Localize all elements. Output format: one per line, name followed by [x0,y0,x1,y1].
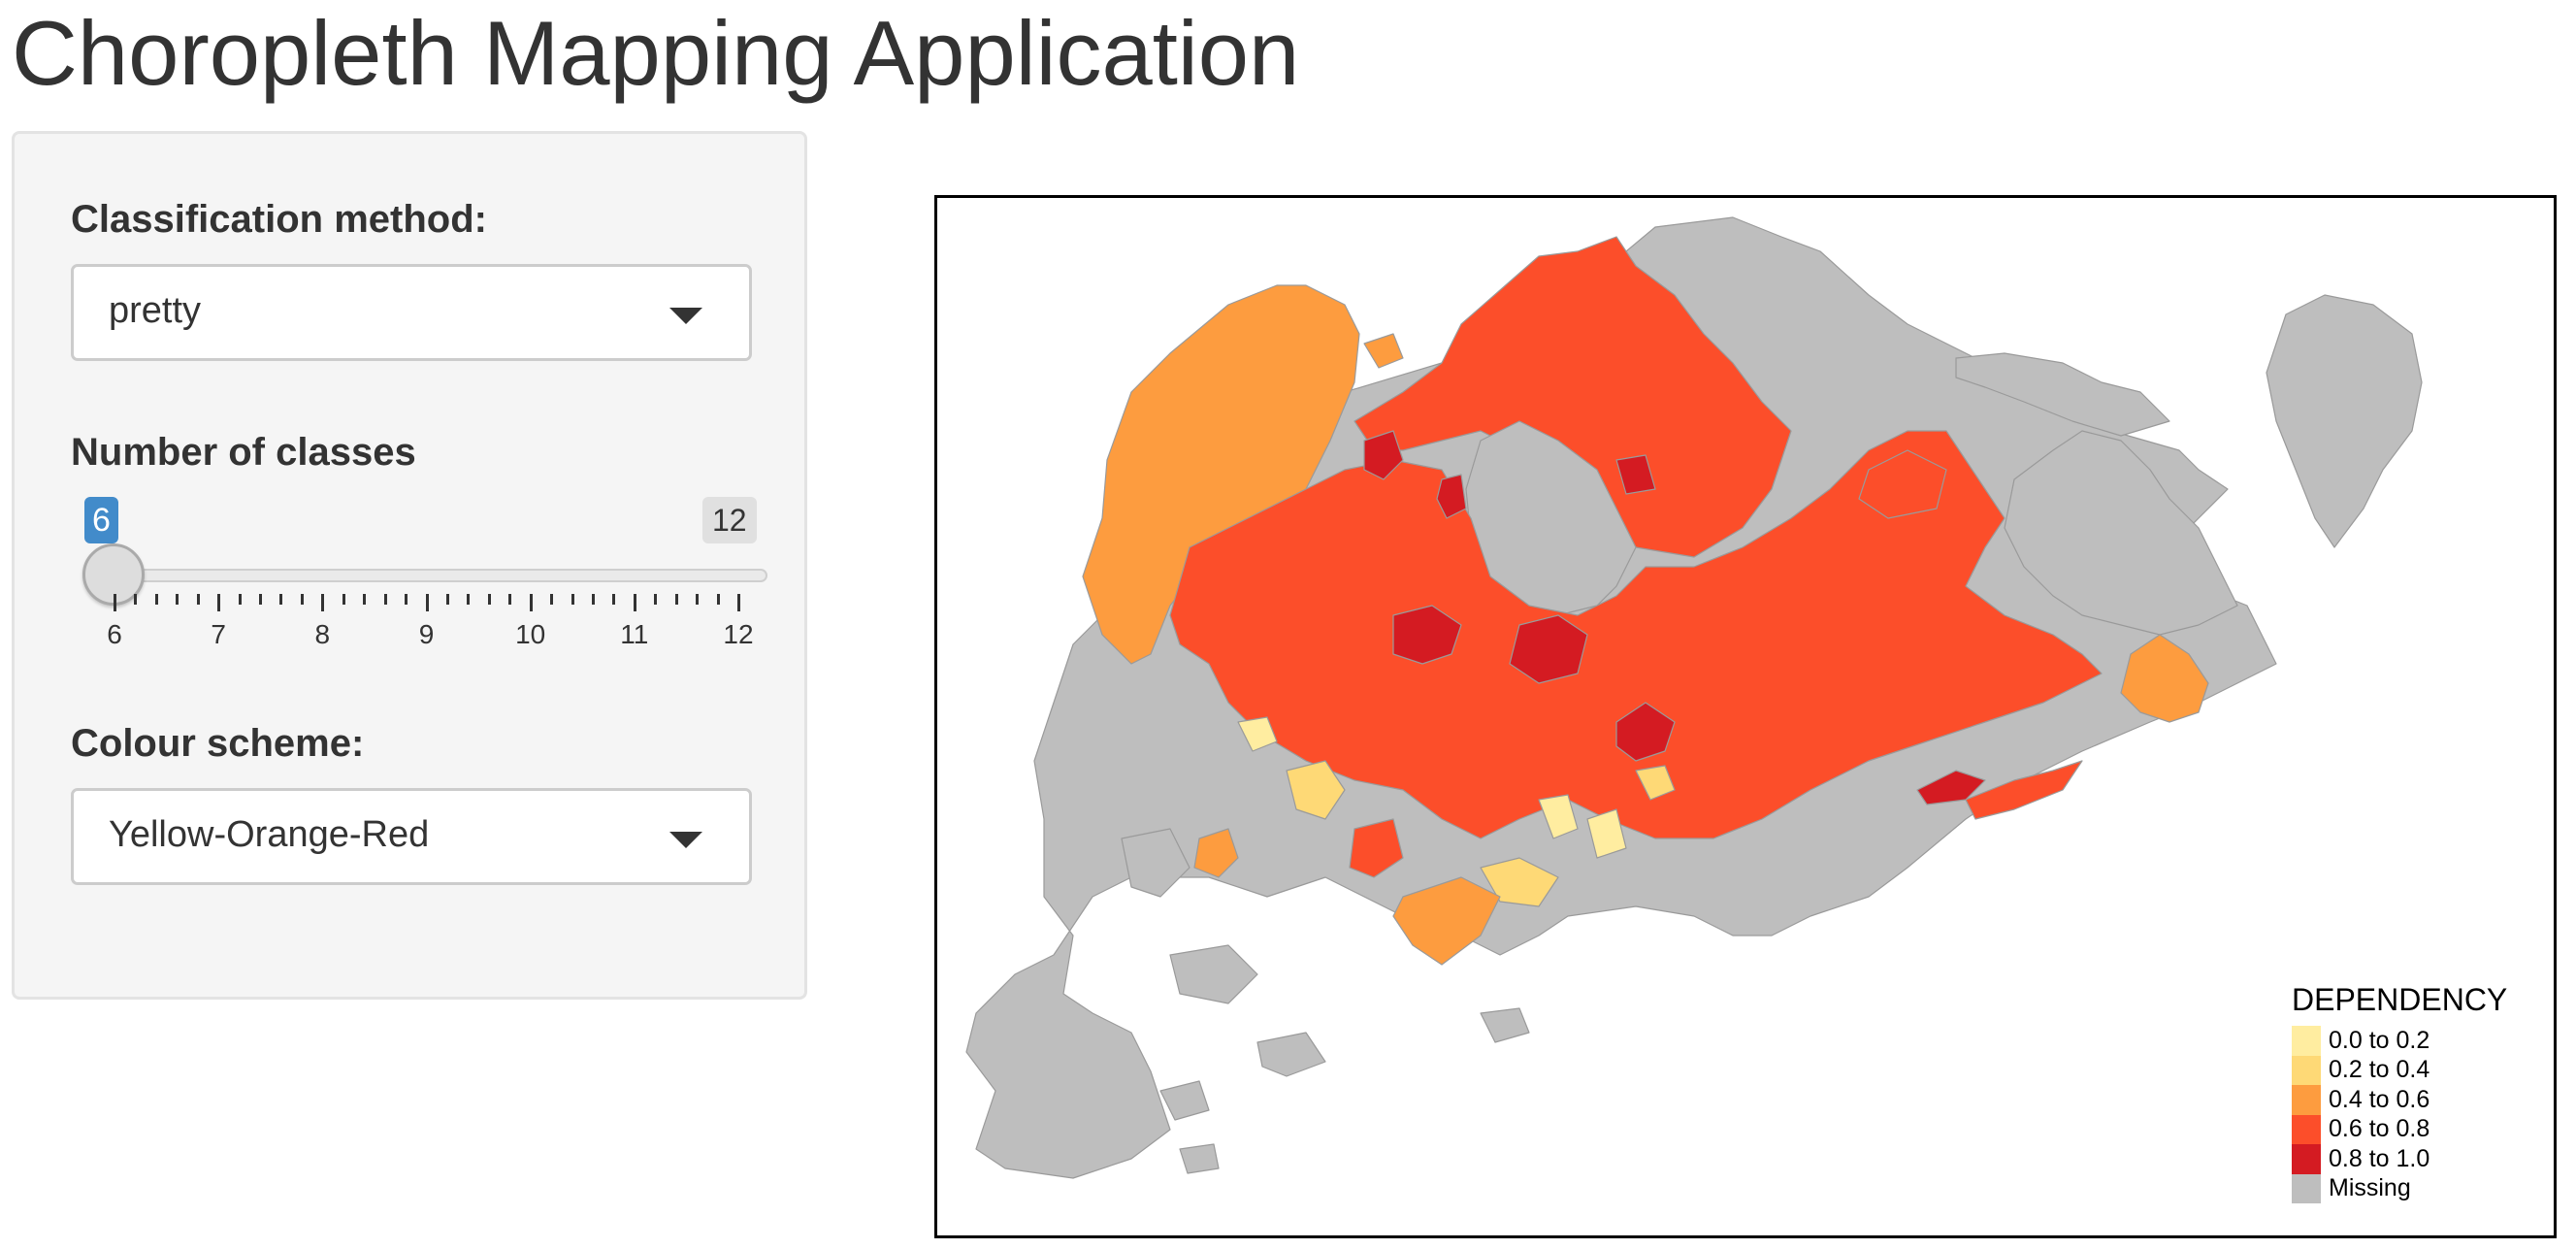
slider-tick-major [217,594,221,611]
slider-tick-minor [591,594,595,605]
slider-tick-major [425,594,429,611]
map-legend: DEPENDENCY 0.0 to 0.2 0.2 to 0.4 0.4 to … [2292,982,2507,1203]
slider-tick-minor [342,594,345,605]
slider-tick-minor [196,594,200,605]
legend-item: 0.0 to 0.2 [2292,1026,2507,1056]
legend-title: DEPENDENCY [2292,982,2508,1017]
map-region [1256,1032,1326,1077]
slider-tick-minor [654,594,658,605]
legend-swatch [2292,1114,2321,1144]
legend-item: 0.4 to 0.6 [2292,1085,2507,1115]
slider-tick-major [321,594,325,611]
slider-tick-label: 10 [515,619,546,649]
slider-tick-minor [445,594,449,605]
number-of-classes-slider[interactable]: 6 12 6 7 8 9 10 11 12 [15,134,767,649]
slider-tick-minor [612,594,616,605]
slider-track[interactable] [100,569,767,582]
slider-tick-label: 8 [314,619,331,649]
slider-tick-label: 12 [723,619,754,649]
page-title: Choropleth Mapping Application [12,2,1300,104]
legend-swatch [2292,1026,2321,1056]
legend-item: 0.8 to 1.0 [2292,1144,2507,1174]
choropleth-map: DEPENDENCY 0.0 to 0.2 0.2 to 0.4 0.4 to … [934,195,2557,1238]
number-of-classes-label: Number of classes [71,431,416,474]
slider-tick-minor [571,594,574,605]
slider-tick-minor [176,594,179,605]
legend-label: 0.4 to 0.6 [2329,1085,2430,1113]
slider-tick-minor [674,594,678,605]
slider-tick-minor [134,594,138,605]
slider-tick-label: 11 [620,619,649,649]
slider-tick-minor [300,594,304,605]
map-region [1363,333,1404,369]
slider-tick-minor [405,594,408,605]
slider-tick-major [633,594,636,611]
slider-tick-minor [363,594,367,605]
slider-tick-minor [550,594,554,605]
legend-label: Missing [2329,1174,2411,1202]
colour-scheme-select[interactable]: Yellow-Orange-Red [71,788,752,885]
slider-tick-minor [716,594,720,605]
slider-tick-minor [259,594,263,605]
map-region [1159,1080,1210,1121]
map-region [1480,1007,1530,1043]
legend-label: 0.6 to 0.8 [2329,1115,2430,1143]
legend-swatch [2292,1173,2321,1203]
legend-item: 0.6 to 0.8 [2292,1114,2507,1144]
slider-tick-minor [508,594,512,605]
slider-tick-major [529,594,533,611]
legend-label: 0.2 to 0.4 [2329,1056,2430,1084]
slider-tick-minor [383,594,387,605]
colour-scheme-label: Colour scheme: [71,722,365,765]
map-region [1169,944,1258,1004]
slider-tick-label: 9 [418,619,435,649]
legend-label: 0.8 to 1.0 [2329,1144,2430,1172]
slider-tick-minor [238,594,242,605]
legend-swatch [2292,1144,2321,1174]
slider-max-badge: 12 [702,497,757,543]
slider-tick-minor [696,594,700,605]
slider-tick-label: 6 [107,619,122,649]
slider-tick-major [737,594,740,611]
slider-tick-minor [467,594,471,605]
sidebar-panel: Classification method: pretty Number of … [12,131,807,1000]
legend-item: 0.2 to 0.4 [2292,1055,2507,1085]
slider-tick-minor [279,594,283,605]
legend-label: 0.0 to 0.2 [2329,1026,2430,1054]
colour-scheme-value: Yellow-Orange-Red [109,814,430,855]
slider-tick-label: 7 [211,619,226,649]
slider-tick-major [114,594,116,611]
legend-swatch [2292,1055,2321,1085]
chevron-down-icon[interactable] [669,308,702,324]
legend-swatch [2292,1085,2321,1115]
map-region [2266,294,2423,548]
map-region [1179,1143,1220,1174]
legend-item: Missing [2292,1173,2507,1203]
slider-value-badge: 6 [84,497,118,543]
chevron-down-icon[interactable] [669,832,702,848]
slider-tick-minor [487,594,491,605]
slider-tick-minor [154,594,158,605]
